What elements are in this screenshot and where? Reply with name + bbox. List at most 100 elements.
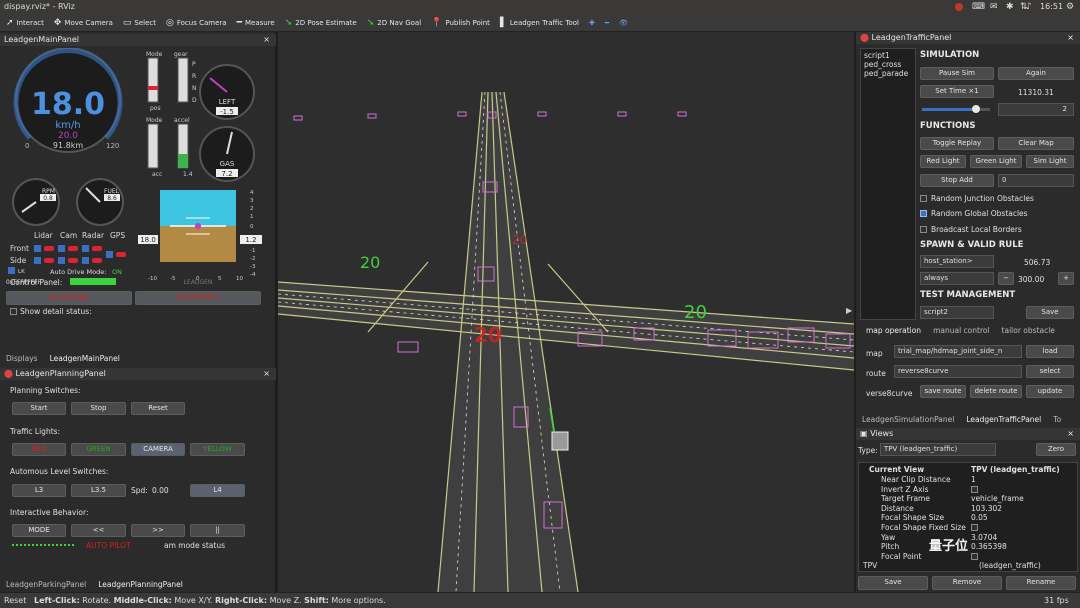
toolbar-tool-1[interactable]: ✥ Move Camera bbox=[54, 18, 113, 28]
start-button[interactable]: Start bbox=[12, 402, 66, 415]
reset-link[interactable]: Reset bbox=[4, 593, 26, 608]
script-item-3[interactable]: ped_parade bbox=[864, 69, 908, 78]
script-name-field[interactable]: script2 bbox=[920, 306, 994, 319]
prop-value[interactable]: vehicle_frame bbox=[971, 494, 1024, 503]
prev-button[interactable]: << bbox=[71, 524, 126, 537]
tpv-label[interactable]: TPV bbox=[863, 561, 877, 570]
zero-button[interactable]: Zero bbox=[1036, 443, 1076, 456]
l4-button[interactable]: L4 bbox=[190, 484, 245, 497]
script-list[interactable]: script1 ped_cross ped_parade bbox=[860, 48, 916, 320]
prop-value[interactable]: 103.302 bbox=[971, 504, 1002, 513]
minus-icon[interactable]: ━ bbox=[605, 19, 609, 27]
stop-button[interactable]: Stop bbox=[71, 402, 126, 415]
l3-button[interactable]: L3 bbox=[12, 484, 66, 497]
type-select[interactable]: TPV (leadgen_traffic) bbox=[880, 443, 996, 456]
rename-view-button[interactable]: Rename bbox=[1006, 576, 1076, 590]
always-select[interactable]: always bbox=[920, 272, 994, 285]
plus-button[interactable]: + bbox=[1058, 272, 1074, 285]
prop-value[interactable]: 1 bbox=[971, 475, 976, 484]
accel-label: accel bbox=[174, 117, 190, 124]
volume-icon[interactable]: ♪ bbox=[1026, 0, 1032, 14]
stop-add-button[interactable]: Stop Add bbox=[920, 174, 994, 187]
tab-displays[interactable]: Displays bbox=[6, 354, 38, 363]
script-item-2[interactable]: ped_cross bbox=[864, 60, 901, 69]
toolbar-tool-2[interactable]: ▭ Select bbox=[123, 18, 156, 28]
toolbar-tool-label: 2D Nav Goal bbox=[377, 18, 422, 27]
toolbar-tool-4[interactable]: ━ Measure bbox=[237, 18, 275, 28]
toolbar-tool-0[interactable]: ➚ Interact bbox=[6, 18, 44, 28]
toolbar-tool-3[interactable]: ◎ Focus Camera bbox=[166, 18, 227, 28]
yellow-light-button[interactable]: YELLOW bbox=[190, 443, 245, 456]
set-speed: 20.0 bbox=[58, 131, 78, 141]
prop-checkbox[interactable] bbox=[971, 485, 978, 493]
slider-spinbox[interactable]: 2 bbox=[998, 103, 1074, 116]
script-item-1[interactable]: script1 bbox=[864, 51, 890, 60]
settings-icon[interactable]: ⚙ bbox=[1066, 0, 1074, 14]
sim-light-button[interactable]: Sim Light bbox=[1026, 155, 1074, 168]
pause-sim-button[interactable]: Pause Sim bbox=[920, 67, 994, 80]
mode-button[interactable]: MODE bbox=[12, 524, 66, 537]
record-icon[interactable] bbox=[955, 3, 963, 11]
random-junction-checkbox[interactable] bbox=[920, 195, 927, 202]
minus-button[interactable]: − bbox=[998, 272, 1014, 285]
toolbar-tool-6[interactable]: ➘ 2D Nav Goal bbox=[367, 18, 421, 28]
toolbar-tool-8[interactable]: ▌ Leadgen Traffic Tool bbox=[500, 18, 579, 28]
update-button[interactable]: update bbox=[1026, 385, 1074, 398]
keyboard-icon[interactable]: ⌨ bbox=[972, 0, 985, 14]
plus-icon[interactable]: ✚ bbox=[589, 19, 595, 27]
save-script-button[interactable]: Save bbox=[1026, 306, 1074, 319]
camera-button[interactable]: CAMERA bbox=[131, 443, 185, 456]
select-route-button[interactable]: select bbox=[1026, 365, 1074, 378]
broadcast-checkbox[interactable] bbox=[920, 226, 927, 233]
again-button[interactable]: Again bbox=[998, 67, 1074, 80]
tab-to[interactable]: To bbox=[1053, 415, 1061, 424]
collapse-right-arrow[interactable]: ▶ bbox=[846, 306, 854, 318]
toggle-replay-button[interactable]: Toggle Replay bbox=[920, 137, 994, 150]
map-select[interactable]: trial_map/hdmap_joint_side_n bbox=[894, 345, 1022, 358]
prop-value[interactable]: 0.365398 bbox=[971, 542, 1007, 551]
view-properties-tree[interactable]: Current View TPV (leadgen_traffic) Near … bbox=[858, 462, 1078, 572]
host-station-select[interactable]: host_station> bbox=[920, 255, 994, 268]
delete-route-button[interactable]: delete route bbox=[970, 385, 1022, 398]
next-button[interactable]: >> bbox=[131, 524, 185, 537]
prop-checkbox[interactable] bbox=[971, 524, 978, 531]
mail-icon[interactable]: ✉ bbox=[990, 0, 998, 14]
tab-tailor-obstacle[interactable]: tailor obstacle bbox=[1002, 326, 1055, 335]
toolbar-tool-7[interactable]: 📍 Publish Point bbox=[431, 18, 490, 28]
red-light-button-2[interactable]: Red Light bbox=[920, 155, 966, 168]
tab-planning-panel[interactable]: LeadgenPlanningPanel bbox=[98, 580, 183, 589]
green-light-button[interactable]: GREEN bbox=[71, 443, 126, 456]
red-light-button[interactable]: RED bbox=[12, 443, 66, 456]
stop-add-field[interactable]: 0 bbox=[998, 174, 1074, 187]
set-time-button[interactable]: Set Time ×1 bbox=[920, 85, 994, 98]
save-route-button[interactable]: save route bbox=[920, 385, 966, 398]
show-detail-checkbox[interactable] bbox=[10, 308, 17, 315]
reset-button[interactable]: Reset bbox=[131, 402, 185, 415]
prop-value[interactable]: 0.05 bbox=[971, 513, 988, 522]
green-light-button-2[interactable]: Green Light bbox=[970, 155, 1022, 168]
elevator-button[interactable]: ELEVATOR E bbox=[135, 291, 261, 305]
load-button[interactable]: load bbox=[1026, 345, 1074, 358]
sim-slider[interactable] bbox=[922, 105, 990, 113]
route-select[interactable]: reverse8curve bbox=[894, 365, 1022, 378]
remove-view-button[interactable]: Remove bbox=[932, 576, 1002, 590]
prop-value[interactable]: 3.0704 bbox=[971, 533, 997, 542]
tab-map-operation[interactable]: map operation bbox=[866, 326, 921, 335]
tab-parking-panel[interactable]: LeadgenParkingPanel bbox=[6, 580, 86, 589]
random-global-checkbox[interactable] bbox=[920, 210, 927, 217]
engage-button[interactable]: EG Engage bbox=[6, 291, 132, 305]
spd-value[interactable]: 0.00 bbox=[152, 486, 169, 495]
tab-traffic-panel[interactable]: LeadgenTrafficPanel bbox=[966, 415, 1041, 424]
3d-viewport[interactable]: 20 20 20 20 bbox=[278, 32, 854, 592]
eye-icon[interactable]: 👁 bbox=[619, 19, 628, 27]
toolbar-tool-5[interactable]: ➘ 2D Pose Estimate bbox=[285, 18, 357, 28]
bluetooth-icon[interactable]: ✱ bbox=[1006, 0, 1014, 14]
prop-checkbox[interactable] bbox=[971, 552, 978, 560]
tab-simulation-panel[interactable]: LeadgenSimulationPanel bbox=[862, 415, 954, 424]
l35-button[interactable]: L3.5 bbox=[71, 484, 126, 497]
tab-manual-control[interactable]: manual control bbox=[933, 326, 989, 335]
save-view-button[interactable]: Save bbox=[858, 576, 928, 590]
pause-button[interactable]: || bbox=[190, 524, 245, 537]
tab-main-panel[interactable]: LeadgenMainPanel bbox=[50, 354, 120, 363]
clear-map-button[interactable]: Clear Map bbox=[998, 137, 1074, 150]
